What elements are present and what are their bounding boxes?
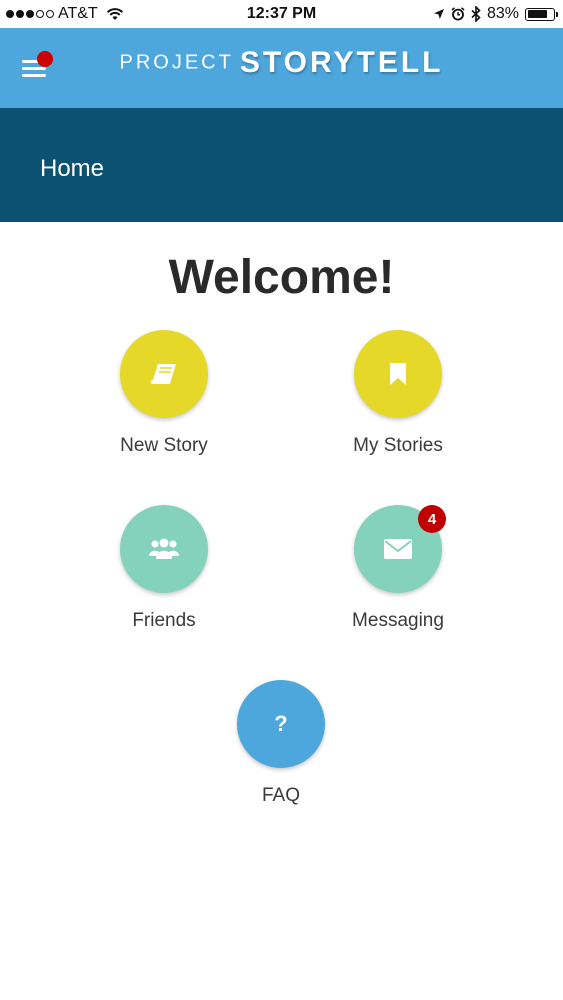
messaging-label: Messaging	[352, 610, 444, 631]
friends-label: Friends	[132, 610, 196, 631]
new-story-button[interactable]	[120, 330, 208, 418]
bookmark-icon	[390, 363, 406, 385]
battery-fill	[527, 10, 548, 18]
status-bar: AT&T 12:37 PM 83%	[0, 0, 563, 28]
friends-button[interactable]	[120, 505, 208, 593]
location-arrow-icon	[433, 9, 444, 19]
battery-percent: 83%	[486, 5, 519, 22]
new-story-label: New Story	[120, 435, 208, 456]
faq-button[interactable]: ?	[237, 680, 325, 768]
brand-logo: PROJECT STORYTELL	[0, 46, 563, 80]
app-header: PROJECT STORYTELL	[0, 28, 563, 108]
my-stories-tile[interactable]: My Stories	[318, 330, 478, 457]
page-title: Home	[40, 155, 105, 182]
brand-project-text: PROJECT	[119, 51, 234, 74]
messaging-unread-badge: 4	[418, 505, 446, 533]
my-stories-button[interactable]	[354, 330, 442, 418]
my-stories-label: My Stories	[353, 435, 443, 456]
status-right: 83%	[433, 5, 558, 23]
book-icon	[150, 364, 176, 384]
bluetooth-icon	[471, 6, 481, 22]
page-title-bar: Home	[0, 108, 563, 222]
envelope-icon	[384, 539, 412, 559]
messaging-button[interactable]: 4	[354, 505, 446, 593]
brand-storytell-text: STORYTELL	[239, 46, 444, 79]
battery-icon	[525, 7, 558, 21]
alarm-clock-icon	[451, 7, 465, 21]
faq-tile[interactable]: ? FAQ	[201, 680, 361, 807]
faq-label: FAQ	[261, 785, 300, 806]
new-story-tile[interactable]: New Story	[84, 330, 244, 457]
messaging-tile[interactable]: 4 Messaging	[318, 505, 478, 632]
friends-icon	[149, 538, 179, 559]
friends-tile[interactable]: Friends	[84, 505, 244, 632]
question-icon: ?	[274, 711, 288, 736]
welcome-heading: Welcome!	[168, 251, 395, 304]
